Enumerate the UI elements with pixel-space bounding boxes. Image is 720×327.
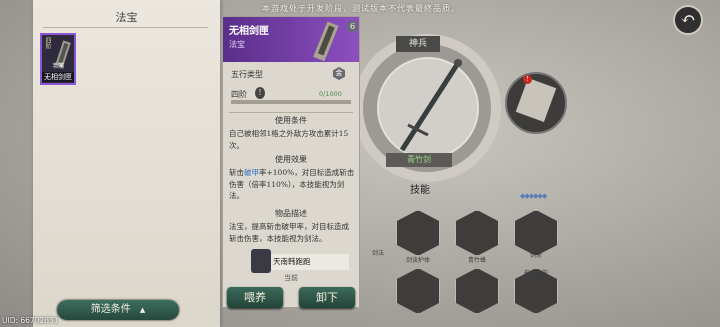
- feed-button[interactable]: 喂养: [227, 287, 283, 308]
- artifact-detail-panel: 无相剑匣 法宝 6 五行类型 金 四阶 ! 0/1000 使用条件 自己被相邻1…: [222, 16, 360, 308]
- card-phase: 四阶: [44, 37, 51, 49]
- use-condition-title: 使用条件: [275, 116, 307, 125]
- title-divider: [43, 27, 208, 28]
- sword-image: [399, 58, 463, 152]
- metal-element-icon: 金: [333, 67, 345, 80]
- use-effect-text: 斩击破甲率+100%，对目标造成斩击伤害（倍率110%），本技能视为剑法。: [229, 167, 355, 202]
- card-name: 无相剑匣: [42, 72, 74, 82]
- description-text: 法宝，提高斩击破甲率，对目标造成斩击伤害，本技能视为剑法。: [229, 222, 349, 243]
- skill-slot-2[interactable]: [455, 210, 499, 256]
- sword-name-tag: 青竹剑: [386, 153, 452, 167]
- xp-text: 0/1000: [319, 90, 342, 98]
- uid-label: UID: 66702831: [2, 316, 59, 325]
- sword-box-art: [313, 21, 339, 62]
- skill-label-5: 神兵技能: [523, 270, 548, 277]
- skills-title: 技能: [410, 185, 430, 196]
- owner-avatar: [251, 249, 271, 273]
- back-button[interactable]: ↶: [673, 5, 703, 35]
- skill-label-3: 青竹蜂: [467, 257, 486, 264]
- artifact-card[interactable]: 四阶 韦浦 无相剑匣: [40, 33, 76, 85]
- description-title: 物品描述: [275, 209, 307, 218]
- effect-prefix: 斩击: [229, 168, 244, 177]
- five-elements-label: 五行类型: [231, 70, 263, 79]
- armor-break-keyword[interactable]: 破甲: [244, 168, 259, 177]
- card-owner: 韦浦: [51, 63, 64, 70]
- unequip-button[interactable]: 卸下: [299, 287, 355, 308]
- artifact-list-panel: 法宝 四阶 韦浦 无相剑匣 筛选条件 ▲: [33, 0, 220, 327]
- filter-button[interactable]: 筛选条件 ▲: [57, 300, 179, 320]
- use-condition-text: 自己被相邻1格之外敌方攻击累计15次。: [229, 129, 349, 150]
- phase-upgrade-icon: !: [255, 87, 265, 99]
- level-badge: 6: [347, 20, 358, 33]
- game-screen: 神兵 青竹剑 ! 技能 ◆◆◆◆◆◆ 剑法 剑诀护体 青竹蜂 剑意 神兵技能 本…: [0, 0, 720, 327]
- divine-weapon-tab[interactable]: 神兵: [396, 36, 440, 52]
- skill-slot-4[interactable]: [396, 268, 440, 314]
- dev-notice: 本游戏处于开发阶段，测试版本不代表最终品质。: [262, 4, 460, 13]
- skill-slot-5[interactable]: [455, 268, 499, 314]
- skill-dots-icon: ◆◆◆◆◆◆: [520, 192, 547, 200]
- red-alert-icon: !: [523, 75, 532, 84]
- artifact-name: 无相剑匣: [229, 26, 269, 37]
- equipped-label: 当前: [284, 274, 298, 282]
- back-arrow-icon: ↶: [680, 9, 696, 30]
- filter-label: 筛选条件: [90, 304, 131, 315]
- detail-header: 无相剑匣 法宝 6: [223, 17, 359, 62]
- artifact-type: 法宝: [229, 40, 245, 49]
- skill-label-4: 剑意: [529, 252, 542, 259]
- xp-progress-bar: [231, 100, 351, 104]
- skill-label-2: 剑诀护体: [405, 257, 430, 264]
- phase-label: 四阶: [231, 90, 247, 99]
- use-effect-title: 使用效果: [275, 155, 307, 164]
- triangle-up-icon: ▲: [139, 306, 146, 314]
- section-divider: [229, 112, 353, 113]
- panel-title: 法宝: [115, 11, 138, 24]
